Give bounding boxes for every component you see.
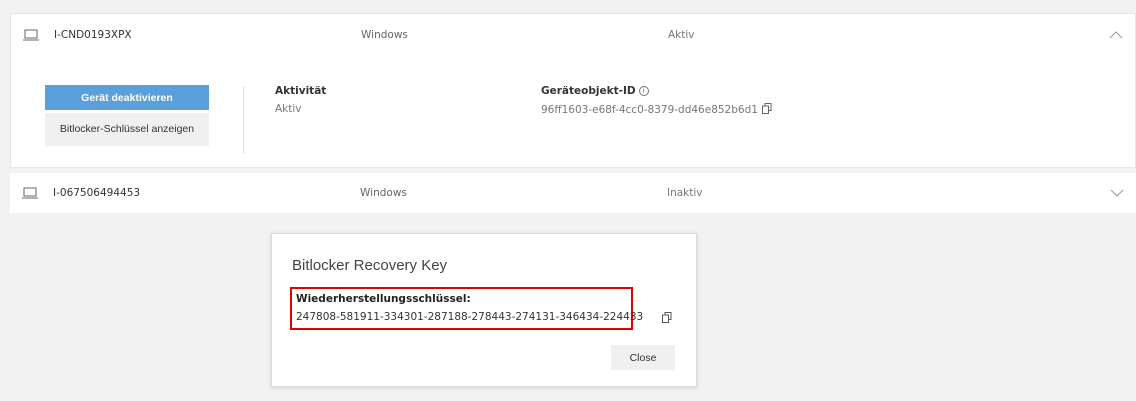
object-id-value-wrap: 96ff1603-e68f-4cc0-8379-dd46e852b6d1 [541, 103, 772, 116]
divider [243, 86, 244, 154]
device-row: I-CND0193XPX Windows Aktiv Gerät deaktiv… [10, 13, 1136, 168]
activity-value: Aktiv [275, 103, 302, 115]
object-id-value: 96ff1603-e68f-4cc0-8379-dd46e852b6d1 [541, 104, 758, 116]
dialog-title: Bitlocker Recovery Key [292, 257, 448, 274]
chevron-down-icon[interactable] [1110, 189, 1124, 197]
info-icon[interactable]: i [638, 86, 649, 96]
close-button[interactable]: Close [611, 345, 675, 370]
device-os: Windows [361, 29, 408, 41]
show-bitlocker-key-button[interactable]: Bitlocker-Schlüssel anzeigen [45, 113, 209, 146]
recovery-key-value[interactable]: 247808-581911-334301-287188-278443-27413… [296, 311, 643, 323]
recovery-key-label: Wiederherstellungsschlüssel: [296, 293, 471, 305]
deactivate-device-button[interactable]: Gerät deaktivieren [45, 85, 209, 110]
copy-icon[interactable] [662, 312, 672, 323]
device-status: Aktiv [668, 29, 695, 41]
device-status: Inaktiv [667, 187, 703, 199]
chevron-up-icon[interactable] [1109, 31, 1123, 39]
recovery-key-highlight: Wiederherstellungsschlüssel: 247808-5819… [290, 287, 643, 330]
object-id-label: Geräteobjekt-ID [541, 85, 636, 97]
copy-icon[interactable] [761, 103, 772, 114]
activity-label: Aktivität [275, 85, 327, 97]
device-os: Windows [360, 187, 407, 199]
device-row-header[interactable]: I-067506494453 Windows Inaktiv [10, 173, 1136, 213]
device-row-header[interactable]: I-CND0193XPX Windows Aktiv [11, 14, 1135, 56]
device-name: I-067506494453 [53, 187, 141, 199]
object-id-label-wrap: Geräteobjekt-ID i [541, 85, 649, 97]
device-name: I-CND0193XPX [54, 29, 132, 41]
laptop-icon [22, 187, 38, 199]
device-details: Gerät deaktivieren Bitlocker-Schlüssel a… [11, 56, 1135, 168]
device-row: I-067506494453 Windows Inaktiv [10, 173, 1136, 213]
bitlocker-dialog: Bitlocker Recovery Key Wiederherstellung… [271, 233, 697, 387]
laptop-icon [23, 29, 39, 41]
